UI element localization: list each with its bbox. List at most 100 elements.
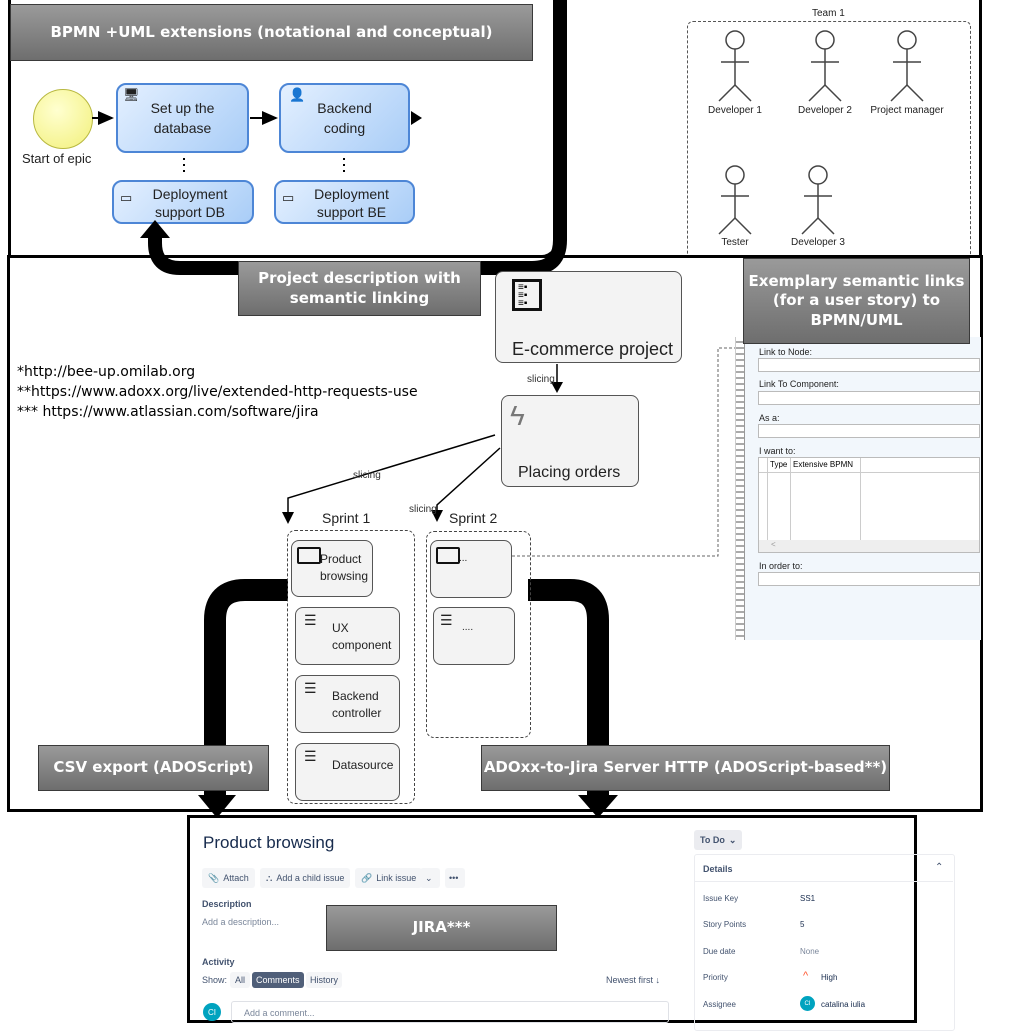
- stick-figure-icon: [890, 30, 924, 102]
- more-actions-button[interactable]: •••: [445, 868, 465, 888]
- assignee-value[interactable]: catalina iulia: [821, 1000, 865, 1009]
- in-order-to-input[interactable]: [758, 572, 980, 586]
- in-order-to-label: In order to:: [759, 561, 803, 571]
- sprint-2-item[interactable]: ...: [430, 540, 512, 598]
- database-setup-icon: 🖥: [123, 87, 140, 102]
- link-issue-dropdown[interactable]: ⌄: [420, 868, 440, 888]
- slicing-label: slicing: [409, 504, 437, 515]
- server-icon: ☰: [440, 612, 453, 628]
- actor-tester[interactable]: Tester: [695, 165, 775, 248]
- collapse-details-icon[interactable]: ⌃: [935, 862, 943, 873]
- server-icon: ☰: [304, 680, 317, 696]
- link-to-node-label: Link to Node:: [759, 347, 813, 357]
- actor-developer-2[interactable]: Developer 2: [785, 30, 865, 116]
- stick-figure-icon: [801, 165, 835, 235]
- sprint-item-datasource[interactable]: ☰ Datasource: [295, 743, 400, 801]
- filter-all[interactable]: All: [230, 972, 251, 988]
- i-want-to-label: I want to:: [759, 446, 796, 456]
- task-deployment-support-be[interactable]: ▭ Deployment support BE: [274, 180, 415, 224]
- description-label: Description: [202, 899, 252, 909]
- stick-figure-icon: [718, 165, 752, 235]
- assignee-avatar: CI: [800, 996, 815, 1011]
- priority-value[interactable]: High: [821, 973, 837, 982]
- sprint-2-item[interactable]: ☰ ....: [433, 607, 515, 665]
- slicing-label: slicing: [527, 374, 555, 385]
- priority-label: Priority: [703, 973, 728, 982]
- jira-callout: JIRA***: [326, 905, 557, 951]
- sprint-item-product-browsing[interactable]: Product browsing: [291, 540, 373, 597]
- task-set-up-database[interactable]: 🖥 Set up the database: [116, 83, 249, 153]
- http-export-callout: ADOxx-to-Jira Server HTTP (ADOScript-bas…: [481, 745, 890, 791]
- issue-key-label: Issue Key: [703, 894, 739, 903]
- chevron-down-icon: ⌄: [425, 872, 433, 883]
- sort-newest-first[interactable]: Newest first ↓: [606, 975, 660, 985]
- epic-node[interactable]: ϟ Placing orders: [501, 395, 639, 487]
- details-divider: [694, 881, 953, 882]
- task-deployment-support-db[interactable]: ▭ Deployment support DB: [112, 180, 254, 224]
- monitor-icon: [297, 547, 321, 564]
- server-icon: ☰: [304, 612, 317, 628]
- due-date-value[interactable]: None: [800, 947, 819, 956]
- server-icon: ☰: [304, 748, 317, 764]
- add-child-issue-button[interactable]: ⛬ Add a child issue: [260, 868, 351, 888]
- issue-key-value: SS1: [800, 894, 816, 903]
- sprint-item-backend-controller[interactable]: ☰ Backend controller: [295, 675, 400, 733]
- actor-project-manager[interactable]: Project manager: [867, 30, 947, 116]
- slicing-label: slicing: [353, 470, 381, 481]
- stick-figure-icon: [808, 30, 842, 102]
- as-a-input[interactable]: [758, 424, 980, 438]
- show-label: Show:: [202, 975, 228, 985]
- filter-comments[interactable]: Comments: [252, 972, 304, 988]
- link-to-component-input[interactable]: [758, 391, 980, 405]
- horizontal-scrollbar[interactable]: <: [759, 540, 979, 552]
- i-want-to-table[interactable]: Type Extensive BPMN <: [758, 457, 980, 553]
- user-worker-icon: 👤: [289, 87, 306, 102]
- story-points-value[interactable]: 5: [800, 920, 804, 929]
- jira-issue-title: Product browsing: [203, 833, 335, 852]
- actor-developer-3[interactable]: Developer 3: [778, 165, 858, 248]
- filter-history[interactable]: History: [306, 972, 343, 988]
- flow-arrow: [411, 111, 422, 125]
- footnotes: *http://bee-up.omilab.org **https://www.…: [17, 362, 418, 422]
- flow-arrow: [262, 111, 278, 125]
- sprint-item-ux-component[interactable]: ☰ UX component: [295, 607, 400, 665]
- monitor-icon: ▭: [282, 190, 295, 205]
- link-to-node-input[interactable]: [758, 358, 980, 372]
- project-node[interactable]: ≡▪ ≡▪ ≡▪ E-commerce project: [495, 271, 682, 363]
- task-backend-coding[interactable]: 👤 Backend coding: [279, 83, 410, 153]
- footnote-adoxx[interactable]: **https://www.adoxx.org/live/extended-ht…: [17, 382, 418, 402]
- comment-input[interactable]: Add a comment...: [231, 1001, 669, 1023]
- footnote-beeup[interactable]: *http://bee-up.omilab.org: [17, 362, 418, 382]
- link-to-component-label: Link To Component:: [759, 379, 839, 389]
- notebook-binding: [736, 337, 745, 640]
- due-date-label: Due date: [703, 947, 736, 956]
- status-dropdown[interactable]: To Do ⌄: [694, 830, 743, 850]
- table-header-extensive-bpmn[interactable]: Extensive BPMN: [793, 460, 853, 469]
- link-issue-button[interactable]: 🔗 Link issue: [355, 868, 423, 888]
- footnote-jira[interactable]: *** https://www.atlassian.com/software/j…: [17, 402, 418, 422]
- monitor-icon: ▭: [120, 190, 133, 205]
- lightning-icon: ϟ: [510, 400, 525, 431]
- description-input[interactable]: Add a description...: [202, 917, 279, 927]
- story-points-label: Story Points: [703, 920, 747, 929]
- flow-arrow: [98, 111, 114, 125]
- monitor-icon: [436, 547, 460, 564]
- attach-button[interactable]: 📎 Attach: [202, 868, 255, 888]
- user-avatar: CI: [203, 1003, 221, 1021]
- details-title: Details: [703, 864, 733, 874]
- stick-figure-icon: [718, 30, 752, 102]
- semantic-links-callout: Exemplary semantic links (for a user sto…: [743, 258, 970, 344]
- chevron-down-icon: ⌄: [728, 834, 737, 845]
- team-title: Team 1: [812, 8, 845, 19]
- table-header-type[interactable]: Type: [770, 460, 787, 469]
- sprint-1-title: Sprint 1: [322, 510, 371, 526]
- sprint-2-title: Sprint 2: [449, 510, 498, 526]
- priority-high-icon: ^: [803, 970, 809, 982]
- actor-developer-1[interactable]: Developer 1: [695, 30, 775, 116]
- link-icon: 🔗: [361, 872, 373, 883]
- activity-label: Activity: [202, 957, 235, 967]
- list-icon: ≡▪ ≡▪ ≡▪: [512, 279, 542, 311]
- paperclip-icon: 📎: [208, 872, 220, 883]
- project-description-callout: Project description with semantic linkin…: [238, 261, 481, 316]
- hierarchy-icon: ⛬: [266, 872, 273, 883]
